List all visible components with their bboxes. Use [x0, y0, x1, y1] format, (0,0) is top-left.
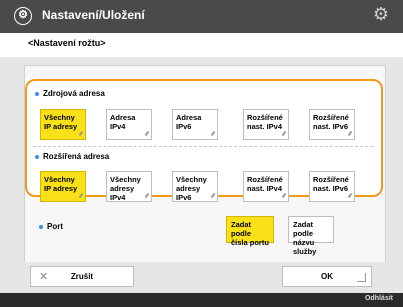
- enter-icon: [357, 273, 366, 282]
- dest-all-ip-button[interactable]: Všechny IP adresy: [40, 171, 86, 202]
- page-header: <Nastavení rožtu>: [0, 33, 403, 57]
- cancel-button[interactable]: ✕ Zrušit: [30, 266, 134, 287]
- bullet-icon: [35, 91, 39, 96]
- dest-address-label: Rozšířená adresa: [35, 152, 109, 161]
- settings-circle-icon: ⚙: [14, 7, 32, 25]
- cancel-label: Zrušit: [70, 272, 94, 281]
- dest-ext-ipv4-button[interactable]: Rozšířené nast. IPv4: [243, 171, 289, 202]
- dest-all-ipv4-button[interactable]: Všechny adresy IPv4: [106, 171, 152, 202]
- bullet-icon: [35, 154, 39, 159]
- source-address-label: Zdrojová adresa: [35, 89, 105, 98]
- port-by-service-button[interactable]: Zadat podle názvu služby: [288, 216, 334, 256]
- status-bar: Odhlásit: [0, 293, 403, 307]
- gear-icon[interactable]: ⚙: [373, 4, 389, 25]
- ok-button[interactable]: OK: [282, 266, 372, 287]
- source-all-ip-button[interactable]: Všechny IP adresy: [40, 109, 86, 140]
- window-title: Nastavení/Uložení: [42, 8, 145, 22]
- title-bar: ⚙ Nastavení/Uložení ⚙: [0, 0, 403, 33]
- logout-button[interactable]: Odhlásit: [365, 295, 393, 302]
- source-ext-ipv4-button[interactable]: Rozšířené nast. IPv4: [243, 109, 289, 140]
- source-ipv4-button[interactable]: Adresa IPv4: [106, 109, 152, 140]
- source-ipv6-button[interactable]: Adresa IPv6: [172, 109, 218, 140]
- port-label: Port: [39, 222, 63, 231]
- page-subtitle: <Nastavení rožtu>: [28, 38, 106, 48]
- section-divider: [33, 146, 373, 147]
- bullet-icon: [39, 224, 43, 229]
- dest-all-ipv6-button[interactable]: Všechny adresy IPv6: [172, 171, 218, 202]
- dest-ext-ipv6-button[interactable]: Rozšířené nast. IPv6: [309, 171, 355, 202]
- port-by-number-button[interactable]: Zadat podle čísla portu: [226, 216, 274, 247]
- source-ext-ipv6-button[interactable]: Rozšířené nast. IPv6: [309, 109, 355, 140]
